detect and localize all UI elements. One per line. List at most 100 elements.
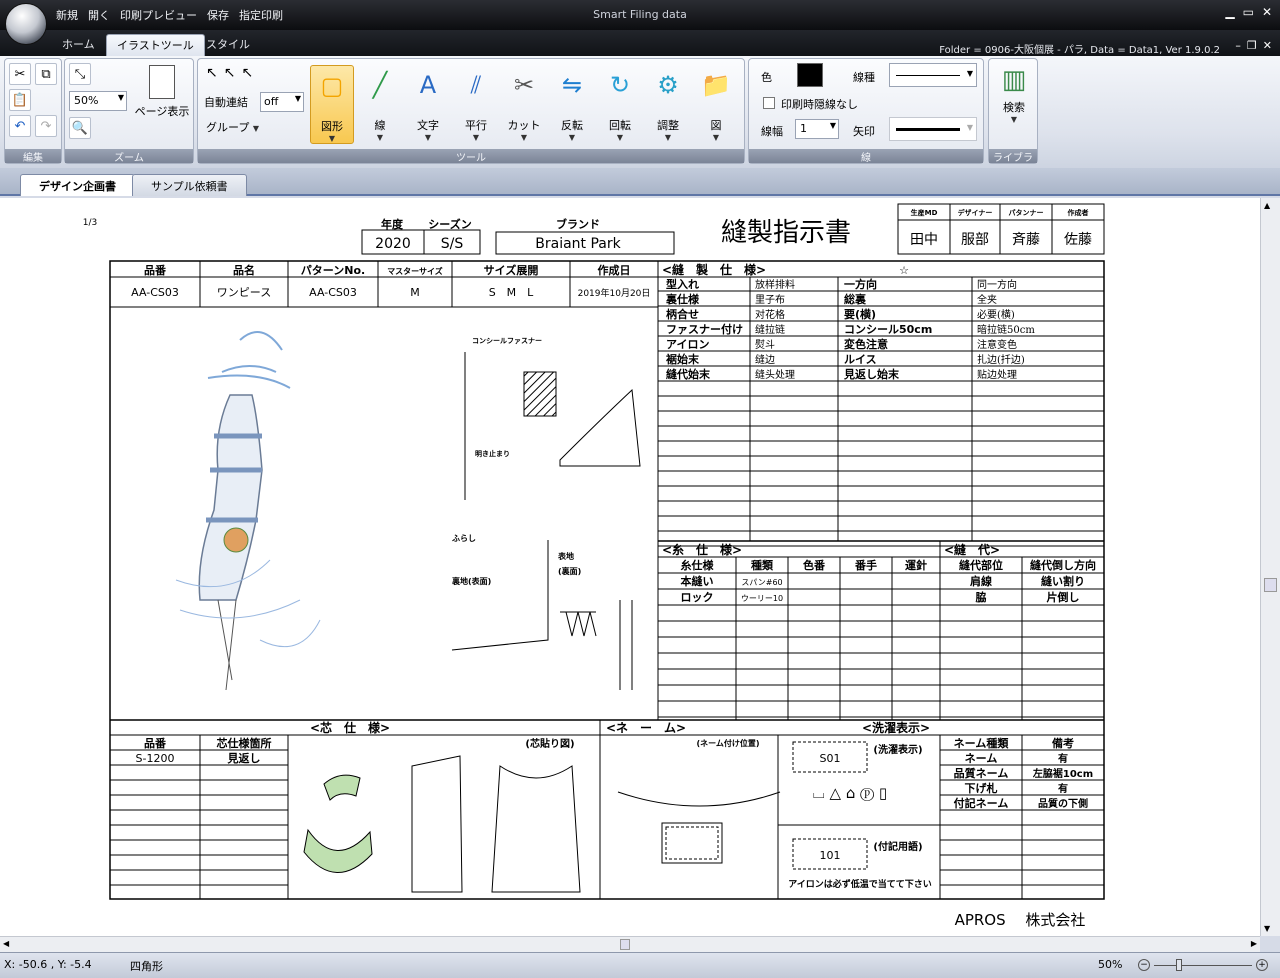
vertical-scrollbar[interactable]: ▲ ▼	[1260, 198, 1280, 936]
seam-value: 片倒し	[1047, 590, 1080, 604]
seam-col-header: 縫代部位	[959, 558, 1003, 572]
tab-sample-request[interactable]: サンプル依頼書	[132, 174, 247, 196]
text-icon: A	[419, 71, 437, 99]
color-swatch[interactable]	[797, 63, 823, 87]
zoom-icon[interactable]: 🔍	[69, 117, 91, 139]
line-type-select[interactable]: ▼	[889, 63, 977, 87]
info-value: 2019年10月20日	[578, 287, 651, 299]
chevron-down-icon: ▼	[966, 69, 973, 78]
hscroll-thumb[interactable]	[620, 939, 630, 950]
fit-icon[interactable]: ⤡	[69, 63, 91, 85]
horizontal-scrollbar[interactable]: ◀ ▶	[0, 936, 1260, 952]
auto-connect-select[interactable]: off ▼	[260, 92, 304, 112]
doc-close-icon[interactable]: ✕	[1263, 39, 1272, 52]
thread-value: ウーリー10	[741, 594, 783, 603]
print-hide-checkbox[interactable]	[763, 97, 775, 109]
hem-corner	[559, 388, 641, 467]
legs-sketch	[217, 599, 237, 691]
group-dropdown[interactable]: グループ ▼	[206, 119, 259, 135]
copy-icon[interactable]: ⧉	[35, 63, 57, 85]
dress-sketch	[198, 394, 263, 601]
approval-label: 作成者	[1068, 208, 1089, 217]
redo-icon[interactable]: ↷	[35, 115, 57, 137]
document-canvas[interactable]: 1/3 年度 シーズン 2020 S/S ブランド Braiant Park 縫製指示書 生産M…	[0, 198, 1260, 936]
zoom-in-icon[interactable]: +	[1256, 959, 1268, 971]
group-label: ライブラリ	[989, 149, 1037, 179]
care-symbols-icon: ⌴ △ ⌂ ⓟ ▯	[813, 784, 887, 802]
group-line: 色 線種 ▼ 印刷時隠線なし 線幅 1 ▼ 矢印 ▼ 線	[748, 58, 984, 164]
chevron-down-icon: ▼	[424, 133, 432, 142]
tool-rotate-button[interactable]: ↻ 回転 ▼	[598, 65, 642, 142]
tool-parallel-button[interactable]: ⫽ 平行 ▼	[454, 65, 498, 142]
info-header: 品番	[144, 263, 167, 277]
sewing-value: 注意变色	[977, 338, 1017, 351]
zoom-select[interactable]: 50% ▼	[69, 91, 127, 111]
auto-connect-label: 自動連結	[204, 96, 248, 109]
info-header: サイズ展開	[484, 263, 539, 277]
scroll-right-icon[interactable]: ▶	[1251, 939, 1257, 948]
scroll-up-icon[interactable]: ▲	[1264, 201, 1270, 210]
tool-figure-button[interactable]: 📁 図 ▼	[694, 65, 738, 142]
tab-home[interactable]: ホーム	[52, 34, 105, 54]
interlining-value: 見返し	[227, 751, 261, 765]
tool-label: 文字	[417, 119, 439, 132]
arrow-sample	[896, 128, 960, 131]
page-display-button[interactable]: ページ表示	[131, 65, 193, 119]
app-orb-button[interactable]	[5, 3, 47, 45]
fold-diagram	[619, 600, 633, 690]
tool-flip-button[interactable]: ⇋ 反転 ▼	[550, 65, 594, 142]
sewing-header: <縫 製 仕 様>	[662, 262, 766, 277]
minimize-icon[interactable]: ▁	[1225, 5, 1234, 19]
shape-icon: ▢	[320, 72, 344, 100]
cut-icon[interactable]: ✂	[9, 63, 31, 85]
note-text: アイロンは必ず低温で当てて下さい	[788, 878, 932, 890]
sewing-term: 一方向	[844, 277, 877, 291]
tab-design-plan[interactable]: デザイン企画書	[20, 174, 135, 196]
doc-restore-icon[interactable]: ❐	[1247, 39, 1257, 52]
tool-shape-button[interactable]: ▢ 図形 ▼	[310, 65, 354, 144]
zoom-slider[interactable]: − +	[1138, 959, 1268, 971]
maximize-icon[interactable]: ▭	[1243, 5, 1254, 19]
front-pattern	[411, 755, 463, 893]
scroll-thumb[interactable]	[1264, 578, 1277, 592]
cut-icon: ✂	[513, 71, 535, 99]
scroll-left-icon[interactable]: ◀	[3, 939, 9, 948]
scroll-down-icon[interactable]: ▼	[1264, 924, 1270, 933]
search-button[interactable]: ▥ 検索 ▼	[993, 65, 1035, 124]
chevron-down-icon: ▼	[520, 133, 528, 142]
name-row-value: 品質の下側	[1038, 797, 1088, 810]
tab-style[interactable]: スタイル	[196, 34, 260, 54]
approval-name: 斉藤	[1012, 232, 1040, 248]
doc-window-controls: – ❐ ✕	[1235, 39, 1272, 52]
care-header: <洗濯表示>	[862, 720, 930, 735]
close-icon[interactable]: ✕	[1262, 5, 1272, 19]
tool-label: カット	[507, 119, 541, 132]
info-value: AA-CS03	[309, 286, 357, 299]
zoom-out-icon[interactable]: −	[1138, 959, 1150, 971]
select-arrows-icon[interactable]: ↖↖↖	[206, 65, 259, 81]
sewing-term: 裾始末	[666, 352, 700, 366]
tool-line-button[interactable]: ╱ 線 ▼	[358, 65, 402, 142]
line-width-select[interactable]: 1 ▼	[795, 119, 839, 139]
undo-icon[interactable]: ↶	[9, 115, 31, 137]
doc-minimize-icon[interactable]: –	[1235, 39, 1241, 52]
tool-adjust-button[interactable]: ⚙ 調整 ▼	[646, 65, 690, 142]
paste-icon[interactable]: 📋	[9, 89, 31, 111]
tool-label: 図形	[321, 120, 343, 133]
arrow-select[interactable]: ▼	[889, 117, 977, 141]
hem-diagram	[451, 540, 597, 651]
group-library: ▥ 検索 ▼ ライブラリ	[988, 58, 1038, 179]
thread-col-header: 番手	[854, 558, 877, 572]
name-row-label: 付記ネーム	[954, 796, 1009, 810]
thread-row-label: ロック	[681, 591, 714, 604]
slider-thumb[interactable]	[1176, 959, 1182, 971]
chevron-down-icon: ▼	[294, 94, 301, 103]
name-row-label: ネーム	[965, 752, 998, 765]
flip-icon: ⇋	[561, 71, 583, 99]
tool-text-button[interactable]: A 文字 ▼	[406, 65, 450, 142]
dress-motif	[223, 527, 249, 553]
tab-illustration-tools[interactable]: イラストツール	[106, 34, 205, 56]
tool-label: 反転	[561, 119, 583, 132]
tool-cut-button[interactable]: ✂ カット ▼	[502, 65, 546, 142]
sewing-value: 放样排料	[755, 278, 795, 291]
